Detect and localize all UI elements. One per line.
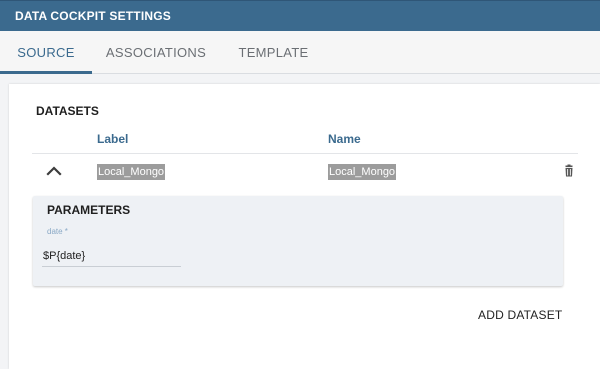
chevron-up-icon[interactable] <box>44 161 64 181</box>
dialog-title-bar: DATA COCKPIT SETTINGS <box>0 0 600 31</box>
add-dataset-button[interactable]: ADD DATASET <box>478 305 562 325</box>
parameters-heading: PARAMETERS <box>47 203 131 217</box>
tab-source[interactable]: SOURCE <box>0 31 92 73</box>
dataset-label-cell: Local_Mongo <box>97 164 166 180</box>
tab-template[interactable]: TEMPLATE <box>220 31 327 73</box>
dialog-title: DATA COCKPIT SETTINGS <box>15 9 171 23</box>
active-tab-indicator <box>0 71 92 74</box>
date-field-label: date * <box>47 227 68 236</box>
column-header-label: Label <box>97 132 129 146</box>
date-field-input[interactable] <box>42 245 181 267</box>
tab-bar: SOURCE ASSOCIATIONS TEMPLATE <box>0 31 600 74</box>
column-header-name: Name <box>328 132 361 146</box>
datasets-heading: DATASETS <box>36 104 99 118</box>
trash-icon[interactable] <box>562 164 576 178</box>
table-header-divider <box>32 153 578 154</box>
dataset-name-cell: Local_Mongo <box>328 164 397 180</box>
tab-associations[interactable]: ASSOCIATIONS <box>92 31 220 73</box>
